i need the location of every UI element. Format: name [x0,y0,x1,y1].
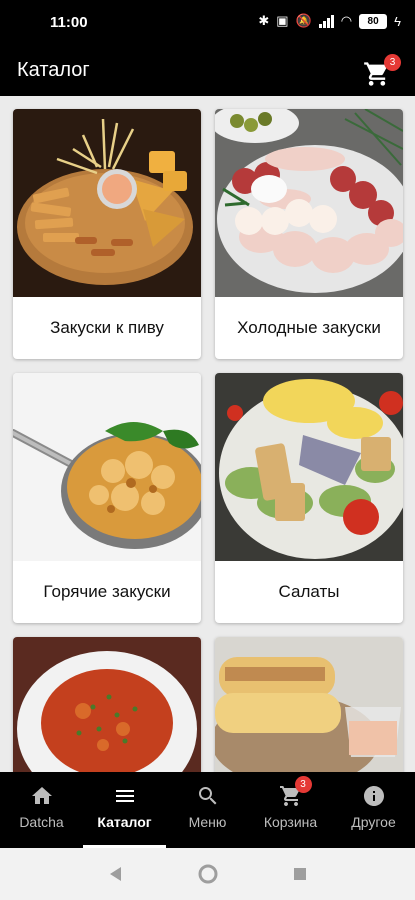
category-card-soups[interactable] [13,637,201,772]
status-bar: 11:00 ✱ ▣ 🔕 ◠ 80 ϟ [0,0,415,48]
salads-image [215,373,403,561]
category-label: Закуски к пиву [50,318,164,337]
nav-item-cart[interactable]: 3 Корзина [249,772,332,848]
app-bar: Каталог 3 [0,48,415,96]
info-icon [363,786,384,806]
wifi-icon: ◠ [340,13,353,28]
status-icons: ✱ ▣ 🔕 ◠ 80 ϟ [258,13,401,29]
category-label: Холодные закуски [237,318,381,337]
beer-snacks-image [13,109,201,297]
system-navigation-bar [0,848,415,900]
nav-label: Каталог [97,814,152,830]
nav-label: Datcha [19,814,64,830]
category-card-cold-snacks[interactable]: Холодные закуски [215,109,403,359]
category-card-beer-snacks[interactable]: Закуски к пиву [13,109,201,359]
page-title: Каталог [17,59,90,81]
search-icon [198,787,216,805]
recents-icon[interactable] [293,867,307,881]
nav-label: Меню [188,814,227,830]
home-circle-icon[interactable] [198,864,218,884]
menu-lines-icon [115,790,134,802]
category-grid: Закуски к пиву Холодные закуски Горячие … [0,96,415,772]
hot-snacks-image [13,373,201,561]
vibrate-icon: ▣ [276,13,289,28]
battery-icon: 80 [359,13,388,29]
bottom-navigation: Datcha Каталог Меню 3 Корзина Другое [0,772,415,848]
category-card-wraps[interactable] [215,637,403,772]
nav-label: Корзина [263,814,318,830]
nav-item-menu[interactable]: Меню [166,772,249,848]
signal-icon [318,14,334,28]
bluetooth-icon: ✱ [258,13,270,28]
category-card-salads[interactable]: Салаты [215,373,403,623]
status-time: 11:00 [50,14,88,31]
home-icon [31,787,52,804]
cart-button[interactable]: 3 [363,54,401,88]
cart-count-badge: 3 [384,54,401,71]
back-icon[interactable] [107,865,123,883]
nav-label: Другое [351,814,396,830]
charging-icon: ϟ [394,13,401,29]
nav-item-catalog[interactable]: Каталог [83,772,166,848]
category-card-hot-snacks[interactable]: Горячие закуски [13,373,201,623]
cart-count-badge: 3 [294,776,312,793]
nav-item-datcha[interactable]: Datcha [0,772,83,848]
cold-snacks-image [215,109,403,297]
mute-icon: 🔕 [295,13,312,28]
category-label: Салаты [278,582,340,601]
category-label: Горячие закуски [43,582,171,601]
soups-image [13,637,201,772]
wraps-image [215,637,403,772]
nav-item-other[interactable]: Другое [332,772,415,848]
